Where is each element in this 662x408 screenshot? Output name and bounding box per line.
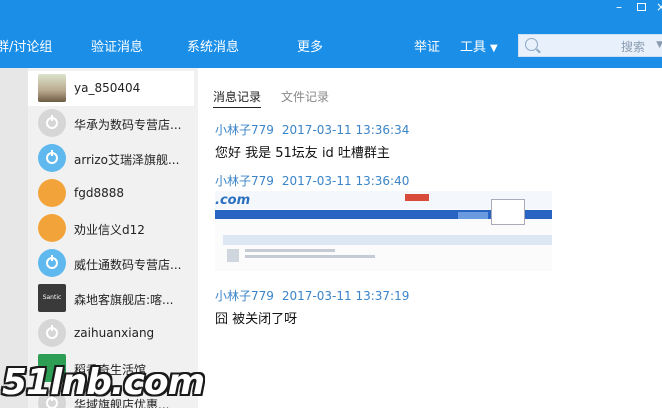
nav-groups[interactable]: 群/讨论组 xyxy=(0,36,52,55)
contact-name: fgd8888 xyxy=(74,186,124,200)
contact-name: 威仕通数码专营店... xyxy=(74,258,182,272)
tab-file-history[interactable]: 文件记录 xyxy=(281,88,329,105)
search-dropdown-icon[interactable]: ▼ xyxy=(656,40,662,50)
message-sender[interactable]: 小林子779 xyxy=(215,123,274,137)
message-text: 囧 被关闭了呀 xyxy=(215,312,298,327)
message-time: 2017-03-11 13:36:40 xyxy=(281,174,410,188)
message-image[interactable]: .com xyxy=(215,191,552,271)
contact-name: arrizo艾瑞泽旗舰... xyxy=(74,153,180,167)
contact-item[interactable]: 威仕通数码专营店... xyxy=(28,246,194,281)
avatar xyxy=(38,214,66,242)
maximize-icon xyxy=(636,3,646,11)
search-input[interactable]: 搜索 ▼ xyxy=(518,34,662,57)
contact-name: 华承为数码专营店... xyxy=(74,118,182,132)
image-logo: .com xyxy=(215,193,251,208)
contact-item[interactable]: 华承为数码专营店... xyxy=(28,106,194,141)
message-meta: 小林子779 2017-03-11 13:37:19 xyxy=(215,287,409,304)
watermark-logo: 51lnb.com xyxy=(2,362,205,403)
message-sender[interactable]: 小林子779 xyxy=(215,174,274,188)
message-sender[interactable]: 小林子779 xyxy=(215,289,274,303)
contact-name: 森地客旗舰店:喀... xyxy=(74,293,174,307)
avatar xyxy=(38,109,66,137)
message-text: 您好 我是 51坛友 id 吐槽群主 xyxy=(215,146,390,161)
contact-item[interactable]: zaihuanxiang xyxy=(28,316,194,351)
contact-name: ya_850404 xyxy=(74,81,141,95)
list-gutter xyxy=(0,68,28,408)
contact-item[interactable]: fgd8888 xyxy=(28,176,194,211)
message-time: 2017-03-11 13:37:19 xyxy=(281,289,410,303)
tools-menu[interactable]: 工具 ▼ xyxy=(460,36,498,55)
image-text-line xyxy=(245,255,375,258)
nav-verification-messages[interactable]: 验证消息 xyxy=(91,36,143,55)
contact-list: ya_850404 华承为数码专营店... arrizo艾瑞泽旗舰... fgd… xyxy=(0,68,198,408)
image-red-block xyxy=(405,194,429,201)
minimize-icon: – xyxy=(616,0,622,14)
power-icon xyxy=(46,115,58,129)
image-button xyxy=(458,212,488,219)
chevron-down-icon: ▼ xyxy=(490,43,498,54)
nav-system-messages[interactable]: 系统消息 xyxy=(187,36,239,55)
contact-item[interactable]: Santic 森地客旗舰店:喀... xyxy=(28,281,194,316)
tools-label: 工具 xyxy=(460,40,487,55)
message-time: 2017-03-11 13:36:34 xyxy=(281,123,410,137)
avatar xyxy=(38,249,66,277)
avatar xyxy=(38,179,66,207)
tab-message-history[interactable]: 消息记录 xyxy=(213,88,262,108)
app-window: – × 群/讨论组 验证消息 系统消息 更多 举证 工具 ▼ 搜索 ▼ ya_85… xyxy=(0,0,662,408)
image-avatar xyxy=(227,249,239,262)
message-meta: 小林子779 2017-03-11 13:36:34 xyxy=(215,121,409,138)
image-menu xyxy=(491,199,525,225)
avatar xyxy=(38,74,66,102)
power-icon xyxy=(46,325,58,339)
search-icon xyxy=(525,38,538,51)
minimize-button[interactable]: – xyxy=(608,0,630,16)
contact-name: zaihuanxiang xyxy=(74,326,155,340)
avatar xyxy=(38,144,66,172)
top-toolbar: – × 群/讨论组 验证消息 系统消息 更多 举证 工具 ▼ 搜索 ▼ xyxy=(0,0,662,68)
power-icon xyxy=(46,150,58,164)
image-tabs xyxy=(223,235,552,245)
close-button[interactable]: × xyxy=(650,0,662,16)
contact-name: 劝业信义d12 xyxy=(74,223,145,237)
avatar: Santic xyxy=(38,284,66,312)
power-icon xyxy=(46,255,58,269)
contact-item[interactable]: 劝业信义d12 xyxy=(28,211,194,246)
search-placeholder: 搜索 xyxy=(620,40,645,54)
close-icon: × xyxy=(655,0,662,14)
contact-item[interactable]: arrizo艾瑞泽旗舰... xyxy=(28,141,194,176)
nav-more[interactable]: 更多 xyxy=(297,36,323,55)
message-meta: 小林子779 2017-03-11 13:36:40 xyxy=(215,172,409,189)
maximize-button[interactable] xyxy=(630,0,652,16)
image-text-line xyxy=(245,249,335,252)
avatar xyxy=(38,319,66,347)
report-button[interactable]: 举证 xyxy=(414,36,440,55)
contact-item[interactable]: ya_850404 xyxy=(28,71,194,106)
